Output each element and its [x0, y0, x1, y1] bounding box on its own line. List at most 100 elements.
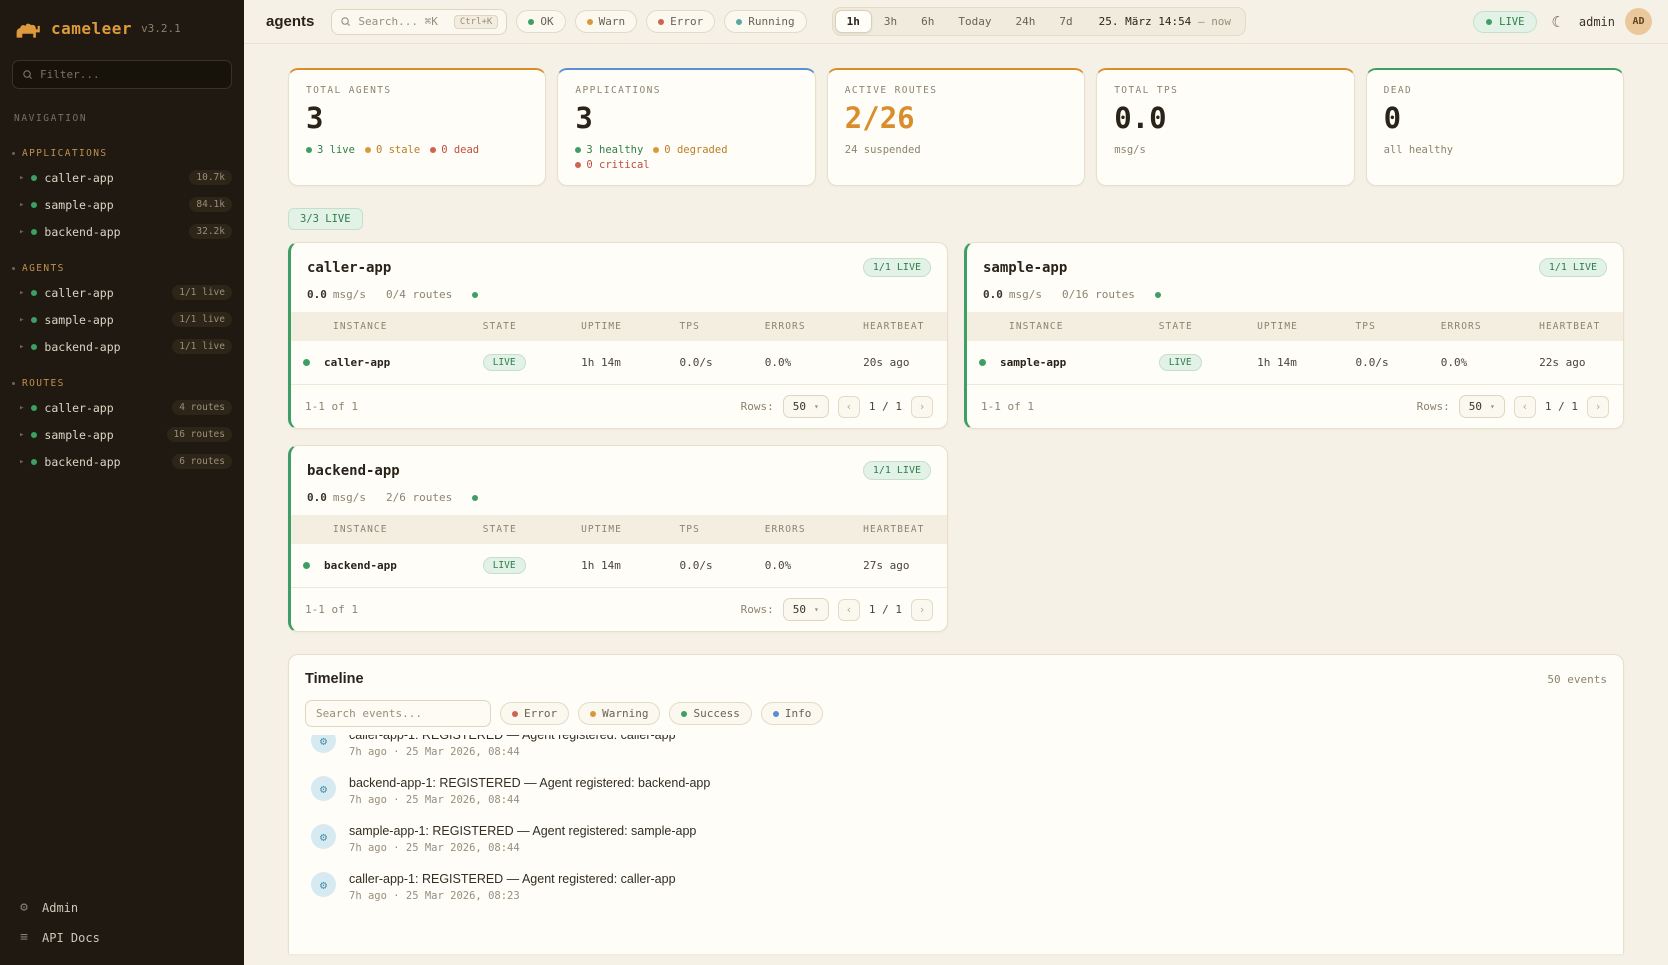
events-search-box[interactable]	[305, 700, 491, 727]
next-page-button[interactable]: ›	[911, 396, 933, 418]
card-subtitle: 24 suspended	[845, 144, 1067, 156]
filter-chip-ok[interactable]: OK	[516, 10, 565, 33]
topbar-right: LIVE ☾ admin AD	[1473, 8, 1652, 35]
summary-cards: TOTAL AGENTS 3 3 live 0 stale 0 dead APP…	[288, 68, 1624, 186]
sidebar-item-label: backend-app	[44, 225, 120, 239]
item-count-badge: 4 routes	[172, 400, 232, 415]
api-docs-link[interactable]: ≡ API Docs	[16, 930, 228, 945]
rows-per-page-select[interactable]: 50▾	[1459, 395, 1505, 418]
section-header-agents[interactable]: AGENTS	[0, 255, 244, 279]
next-page-button[interactable]: ›	[911, 599, 933, 621]
table-header-row: INSTANCE STATE UPTIME TPS ERRORS HEARTBE…	[967, 312, 1623, 341]
event-filter-success[interactable]: Success	[669, 702, 751, 725]
avatar[interactable]: AD	[1625, 8, 1652, 35]
time-range-1h[interactable]: 1h	[835, 10, 872, 33]
events-list[interactable]: ⚙ caller-app-1: REGISTERED — Agent regis…	[305, 735, 1607, 933]
time-range-3h[interactable]: 3h	[872, 10, 909, 33]
status-dot-green	[31, 175, 37, 181]
dark-mode-toggle[interactable]: ☾	[1547, 11, 1568, 33]
app-logo-text: cameleer	[51, 19, 132, 38]
sidebar-item-applications-caller-app[interactable]: ▸ caller-app 10.7k	[0, 164, 244, 191]
app-card-header: backend-app 1/1 LIVE	[291, 446, 947, 486]
event-filter-info[interactable]: Info	[761, 702, 824, 725]
event-item[interactable]: ⚙ sample-app-1: REGISTERED — Agent regis…	[305, 815, 1607, 863]
sidebar-item-applications-sample-app[interactable]: ▸ sample-app 84.1k	[0, 191, 244, 218]
filter-chip-error[interactable]: Error	[646, 10, 715, 33]
rows-per-page-select[interactable]: 50▾	[783, 598, 829, 621]
table-row[interactable]: caller-app LIVE 1h 14m 0.0/s 0.0% 20s ag…	[291, 341, 947, 384]
col-state: STATE	[475, 312, 573, 341]
rate-unit: msg/s	[1009, 288, 1042, 301]
admin-link[interactable]: ⚙ Admin	[16, 900, 228, 915]
prev-page-button[interactable]: ‹	[838, 599, 860, 621]
next-page-button[interactable]: ›	[1587, 396, 1609, 418]
heartbeat-value: 27s ago	[855, 544, 947, 587]
event-filter-warning[interactable]: Warning	[578, 702, 660, 725]
sidebar: cameleer v3.2.1 NAVIGATION APPLICATIONS …	[0, 0, 244, 965]
section-header-routes[interactable]: ROUTES	[0, 370, 244, 394]
event-item[interactable]: ⚙ caller-app-1: REGISTERED — Agent regis…	[305, 735, 1607, 767]
table-row[interactable]: backend-app LIVE 1h 14m 0.0/s 0.0% 27s a…	[291, 544, 947, 587]
col-instance: INSTANCE	[291, 312, 475, 341]
section-bullet-icon	[12, 152, 15, 155]
events-search-input[interactable]	[316, 707, 480, 720]
sidebar-item-routes-caller-app[interactable]: ▸ caller-app 4 routes	[0, 394, 244, 421]
app-name: backend-app	[307, 463, 400, 479]
card-value: 2/26	[845, 103, 1067, 135]
sidebar-item-agents-backend-app[interactable]: ▸ backend-app 1/1 live	[0, 333, 244, 360]
stat-stale: 0 stale	[365, 144, 420, 156]
logo-row: cameleer v3.2.1	[0, 0, 244, 48]
sidebar-item-applications-backend-app[interactable]: ▸ backend-app 32.2k	[0, 218, 244, 245]
global-search-box[interactable]: Search... ⌘K Ctrl+K	[331, 9, 507, 35]
table-footer: 1-1 of 1 Rows: 50▾ ‹ 1 / 1 ›	[291, 587, 947, 631]
chip-label: Error	[524, 707, 557, 720]
heartbeat-value: 22s ago	[1531, 341, 1623, 384]
time-range-6h[interactable]: 6h	[909, 10, 946, 33]
status-dot-green	[31, 317, 37, 323]
card-title: TOTAL AGENTS	[306, 85, 528, 96]
instance-name: sample-app	[1000, 356, 1066, 369]
username: admin	[1579, 15, 1615, 29]
status-dot-amber	[590, 711, 596, 717]
sidebar-item-agents-sample-app[interactable]: ▸ sample-app 1/1 live	[0, 306, 244, 333]
sidebar-filter-input[interactable]	[40, 68, 222, 81]
timeline-events-count: 50 events	[1547, 673, 1607, 686]
chip-label: Running	[748, 15, 794, 28]
sidebar-item-routes-backend-app[interactable]: ▸ backend-app 6 routes	[0, 448, 244, 475]
card-title: APPLICATIONS	[575, 85, 797, 96]
rows-label: Rows:	[1417, 400, 1450, 413]
card-title: ACTIVE ROUTES	[845, 85, 1067, 96]
live-status-badge[interactable]: LIVE	[1473, 11, 1537, 33]
event-filter-error[interactable]: Error	[500, 702, 569, 725]
chip-label: Warning	[602, 707, 648, 720]
table-row[interactable]: sample-app LIVE 1h 14m 0.0/s 0.0% 22s ag…	[967, 341, 1623, 384]
api-docs-label: API Docs	[42, 931, 100, 945]
status-dot-red	[575, 162, 581, 168]
filter-chip-warn[interactable]: Warn	[575, 10, 638, 33]
chevron-right-icon: ▸	[19, 403, 24, 413]
prev-page-button[interactable]: ‹	[1514, 396, 1536, 418]
sidebar-filter-box[interactable]	[12, 60, 232, 89]
filter-chip-running[interactable]: Running	[724, 10, 806, 33]
timeline-title: Timeline	[305, 671, 364, 687]
sidebar-item-routes-sample-app[interactable]: ▸ sample-app 16 routes	[0, 421, 244, 448]
time-range-today[interactable]: Today	[946, 10, 1003, 33]
prev-page-button[interactable]: ‹	[838, 396, 860, 418]
status-dot-green	[31, 405, 37, 411]
col-errors: ERRORS	[757, 515, 855, 544]
instance-name: backend-app	[324, 559, 397, 572]
time-range-24h[interactable]: 24h	[1003, 10, 1047, 33]
time-range-7d[interactable]: 7d	[1047, 10, 1084, 33]
sidebar-item-label: backend-app	[44, 455, 120, 469]
event-item[interactable]: ⚙ backend-app-1: REGISTERED — Agent regi…	[305, 767, 1607, 815]
event-text: sample-app-1: REGISTERED — Agent registe…	[349, 824, 696, 838]
chip-label: Success	[693, 707, 739, 720]
rows-per-page-select[interactable]: 50▾	[783, 395, 829, 418]
row-range: 1-1 of 1	[305, 603, 358, 616]
sidebar-item-agents-caller-app[interactable]: ▸ caller-app 1/1 live	[0, 279, 244, 306]
status-dot-green	[31, 202, 37, 208]
status-dot-amber	[653, 147, 659, 153]
section-header-applications[interactable]: APPLICATIONS	[0, 140, 244, 164]
row-range: 1-1 of 1	[305, 400, 358, 413]
event-item[interactable]: ⚙ caller-app-1: REGISTERED — Agent regis…	[305, 863, 1607, 911]
